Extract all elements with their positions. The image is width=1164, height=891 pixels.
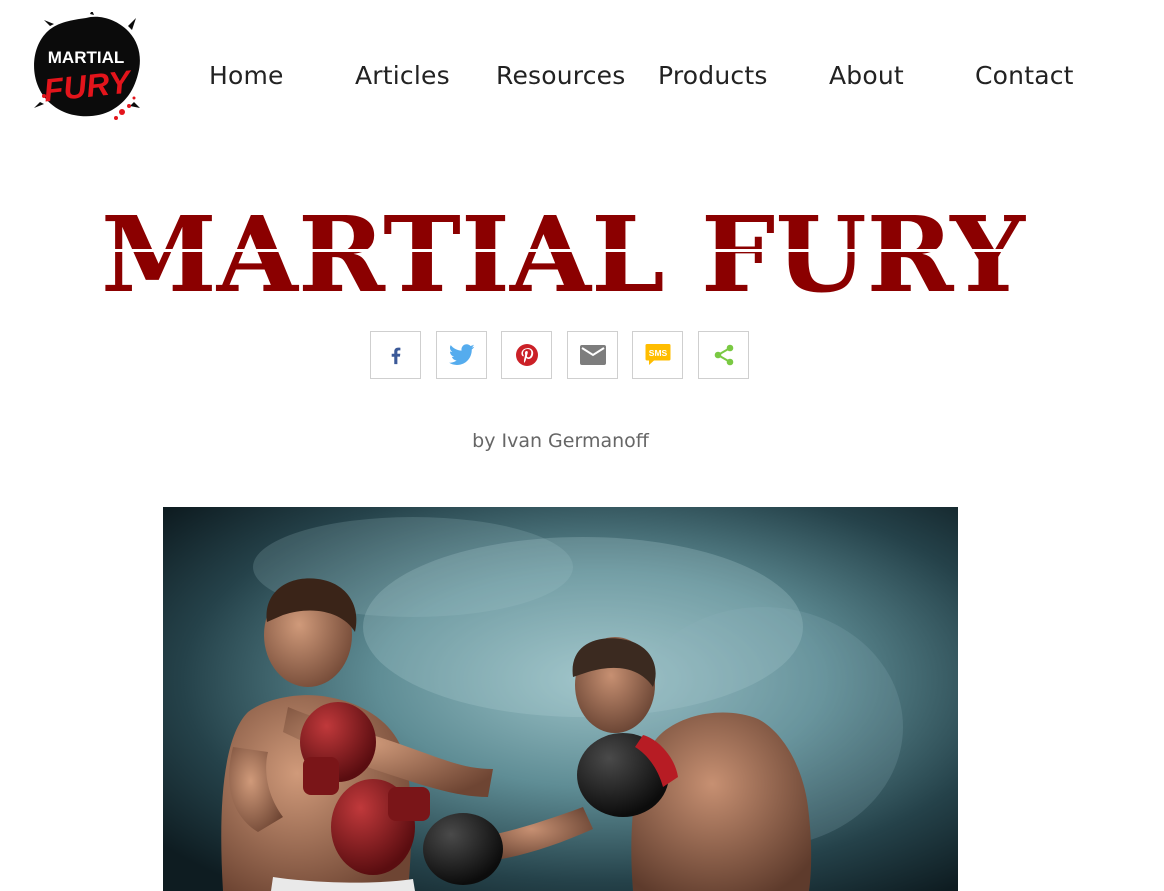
nav-contact[interactable]: Contact: [975, 58, 1074, 94]
twitter-icon: [448, 344, 475, 365]
share-twitter-button[interactable]: [436, 331, 487, 379]
logo-splash-graphic: MARTIAL FURY: [34, 10, 140, 120]
nav-products[interactable]: Products: [658, 58, 768, 94]
page-title: MARTIAL FURY: [98, 192, 1028, 316]
nav-about[interactable]: About: [829, 58, 904, 94]
site-logo[interactable]: MARTIAL FURY: [30, 10, 142, 122]
stencil-bridges: [98, 249, 1028, 252]
share-email-button[interactable]: [567, 331, 618, 379]
hero-image: [163, 507, 958, 891]
author-byline: by Ivan Germanoff: [472, 430, 649, 452]
share-icon: [714, 344, 733, 366]
logo-text-line1: MARTIAL: [48, 48, 124, 67]
facebook-icon: [391, 347, 400, 365]
share-facebook-button[interactable]: [370, 331, 421, 379]
nav-articles[interactable]: Articles: [355, 58, 450, 94]
nav-home[interactable]: Home: [209, 58, 284, 94]
share-more-button[interactable]: [698, 331, 749, 379]
share-pinterest-button[interactable]: [501, 331, 552, 379]
nav-resources[interactable]: Resources: [496, 58, 625, 94]
sms-icon-label: SMS: [648, 348, 667, 358]
pinterest-icon: [515, 344, 538, 366]
sms-icon: SMS: [645, 344, 670, 365]
share-sms-button[interactable]: SMS: [632, 331, 683, 379]
boxers-illustration: [163, 507, 958, 891]
email-icon: [579, 345, 606, 365]
